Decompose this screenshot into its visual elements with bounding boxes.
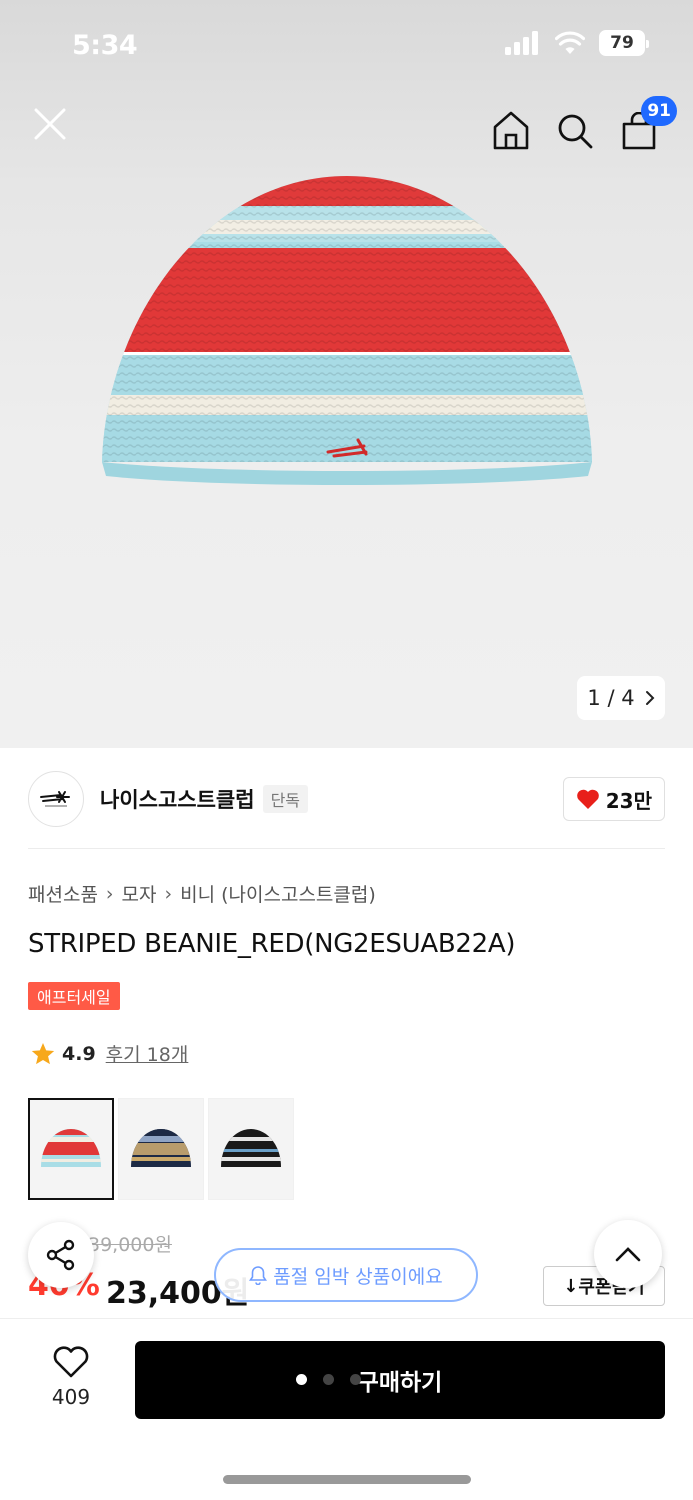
- review-link[interactable]: 후기 18개: [106, 1040, 189, 1067]
- brand-name[interactable]: 나이스고스트클럽: [100, 784, 255, 814]
- dot-indicator: [323, 1374, 334, 1385]
- status-icons: 79: [505, 30, 649, 56]
- status-time: 5:34: [72, 30, 138, 61]
- close-button[interactable]: [30, 104, 70, 144]
- breadcrumb-item[interactable]: 패션소품: [28, 880, 98, 907]
- breadcrumb: 패션소품 › 모자 › 비니 (나이스고스트클럽): [28, 880, 376, 907]
- product-photo[interactable]: [96, 170, 598, 490]
- heart-filled-icon: [576, 789, 599, 809]
- share-icon: [46, 1239, 75, 1271]
- buy-button-label: 구매하기: [357, 1370, 443, 1396]
- brand-like-button[interactable]: 23만: [562, 777, 665, 821]
- heart-outline-icon: [53, 1346, 89, 1378]
- battery-level: 79: [610, 33, 634, 53]
- beanie-red-thumbnail: [41, 1129, 101, 1167]
- divider: [28, 848, 665, 849]
- soldout-notice: 품절 임박 상품이에요: [214, 1248, 478, 1302]
- dot-indicator: [296, 1374, 307, 1385]
- brand-like-count: 23만: [605, 788, 652, 813]
- star-icon: [31, 1042, 55, 1064]
- download-icon: ↓: [563, 1275, 579, 1297]
- price-area: 39,000원 40% 23,400원 품절 임박 상품이에요 ↓ 쿠폰받기: [28, 1228, 665, 1311]
- brand-logo[interactable]: [28, 771, 84, 827]
- original-price: 39,000원: [88, 1234, 172, 1256]
- color-option-beige-navy[interactable]: [118, 1098, 204, 1200]
- beanie-black-thumbnail: [221, 1129, 281, 1167]
- product-image-area[interactable]: 5:34 79 91 1 / 4: [0, 0, 693, 748]
- breadcrumb-item[interactable]: 모자: [122, 880, 157, 907]
- sale-badge: 애프터세일: [28, 982, 120, 1010]
- scroll-top-button[interactable]: [594, 1220, 662, 1288]
- chevron-right-icon: ›: [164, 882, 173, 905]
- rating-row: 4.9 후기 18개: [30, 1040, 188, 1067]
- brand-row: 나이스고스트클럽 단독 23만: [28, 770, 665, 828]
- battery-icon: 79: [599, 30, 649, 56]
- wifi-icon: [555, 31, 585, 54]
- close-icon: [34, 108, 66, 140]
- search-icon: [558, 114, 593, 149]
- share-button[interactable]: [28, 1222, 94, 1288]
- wish-count: 409: [51, 1385, 91, 1409]
- dot-indicator: [350, 1374, 361, 1385]
- home-indicator[interactable]: [223, 1475, 471, 1484]
- chevron-right-icon: [645, 691, 654, 705]
- breadcrumb-item[interactable]: 비니 (나이스고스트클럽): [180, 880, 376, 907]
- product-title: STRIPED BEANIE_RED(NG2ESUAB22A): [28, 929, 516, 959]
- bell-icon: [249, 1266, 268, 1285]
- rating-value: 4.9: [62, 1042, 96, 1065]
- cellular-signal-icon: [505, 31, 538, 55]
- soldout-notice-text: 품절 임박 상품이에요: [273, 1265, 443, 1288]
- brand-logo-icon: [40, 791, 70, 807]
- cart-count-badge: 91: [641, 96, 677, 126]
- beanie-beige-navy-thumbnail: [131, 1129, 191, 1167]
- search-button[interactable]: [556, 112, 594, 150]
- exclusive-tag: 단독: [262, 785, 309, 813]
- color-option-red[interactable]: [28, 1098, 114, 1200]
- chevron-up-icon: [615, 1247, 641, 1262]
- color-option-black[interactable]: [208, 1098, 294, 1200]
- image-page-indicator[interactable]: 1 / 4: [577, 676, 665, 720]
- buy-button[interactable]: 구매하기: [135, 1341, 665, 1419]
- home-icon: [493, 111, 529, 150]
- cart-button[interactable]: 91: [621, 96, 677, 150]
- wishlist-button[interactable]: 409: [36, 1345, 106, 1409]
- color-swatches: [28, 1098, 294, 1200]
- bottom-action-bar: 409 구매하기: [0, 1318, 693, 1500]
- loading-dots: [296, 1374, 361, 1385]
- page-indicator-text: 1 / 4: [587, 686, 635, 710]
- chevron-right-icon: ›: [105, 882, 114, 905]
- home-button[interactable]: [492, 110, 530, 150]
